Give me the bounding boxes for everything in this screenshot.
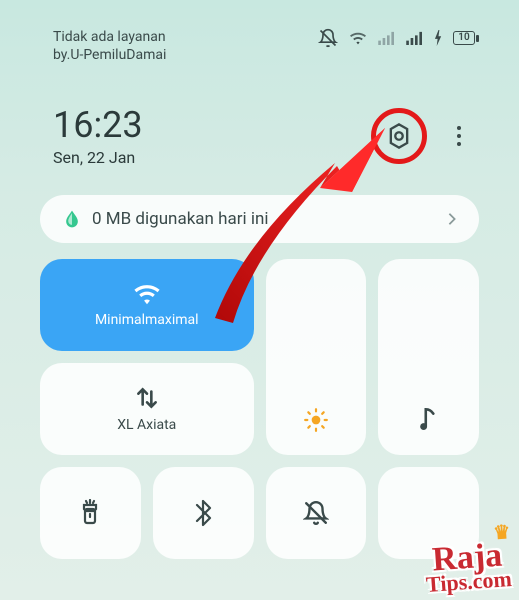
settings-button[interactable] xyxy=(377,114,421,158)
more-button[interactable] xyxy=(449,118,469,154)
sound-tile[interactable] xyxy=(378,259,479,455)
brightness-tile[interactable] xyxy=(266,259,367,455)
bluetooth-icon xyxy=(194,499,212,527)
clock-row: 16:23 Sen, 22 Jan xyxy=(0,64,519,167)
status-bar: Tidak ada layanan by.U-PemiluDamai 10 xyxy=(0,0,519,64)
flashlight-icon xyxy=(79,499,101,527)
bluetooth-tile[interactable] xyxy=(153,467,254,559)
watermark: ♛ Raja Tips.com xyxy=(424,541,513,594)
date-text: Sen, 22 Jan xyxy=(53,148,143,167)
data-arrows-icon xyxy=(134,385,160,411)
data-usage-text: 0 MB digunakan hari ini xyxy=(92,209,269,229)
status-right: 10 xyxy=(318,28,479,48)
wifi-tile[interactable]: Minimalmaximal xyxy=(40,259,254,351)
wifi-icon xyxy=(348,30,368,46)
crown-icon: ♛ xyxy=(493,525,511,542)
wifi-icon xyxy=(132,282,162,306)
signal-icon-2 xyxy=(406,31,424,45)
chevron-right-icon xyxy=(447,212,457,226)
wifi-label: Minimalmaximal xyxy=(95,312,199,328)
music-note-icon xyxy=(417,405,441,433)
flashlight-tile[interactable] xyxy=(40,467,141,559)
dnd-icon xyxy=(318,28,338,48)
network-subtitle: by.U-PemiluDamai xyxy=(53,46,166,64)
mobile-data-tile[interactable]: XL Axiata xyxy=(40,363,254,455)
signal-icon xyxy=(378,31,396,45)
time-text: 16:23 xyxy=(53,104,143,146)
mute-tile[interactable] xyxy=(266,467,367,559)
status-left: Tidak ada layanan by.U-PemiluDamai xyxy=(53,28,166,64)
sun-icon xyxy=(303,407,329,433)
battery-indicator: 10 xyxy=(453,31,479,45)
charging-icon xyxy=(434,30,443,46)
watermark-line2: Tips.com xyxy=(426,570,513,595)
no-service-text: Tidak ada layanan xyxy=(53,28,166,46)
drop-icon xyxy=(62,209,82,229)
quick-settings-tiles: Minimalmaximal XL Axiata xyxy=(0,243,519,559)
mobile-data-label: XL Axiata xyxy=(117,417,176,433)
bell-off-icon xyxy=(303,500,329,526)
data-usage-bar[interactable]: 0 MB digunakan hari ini xyxy=(40,195,479,243)
gear-icon xyxy=(385,122,413,150)
battery-percentage: 10 xyxy=(453,31,475,45)
clock-area: 16:23 Sen, 22 Jan xyxy=(53,104,143,167)
